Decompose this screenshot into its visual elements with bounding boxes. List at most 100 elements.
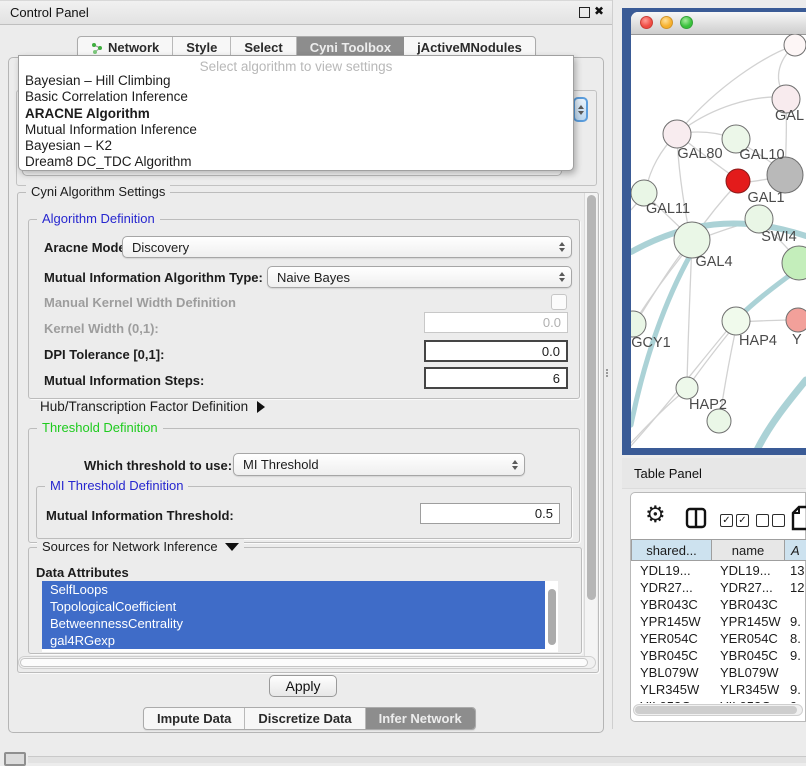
deselect-all-checks-icon[interactable] (756, 514, 785, 527)
table-row[interactable]: YDL19...YDL19...13 (631, 562, 806, 579)
manual-kernel-label: Manual Kernel Width Definition (44, 295, 236, 310)
column-header-partial[interactable]: A (784, 539, 806, 561)
mi-threshold-field[interactable]: 0.5 (420, 503, 560, 524)
mi-steps-label: Mutual Information Steps: (44, 373, 204, 388)
table-row[interactable]: YLR345WYLR345W9. (631, 681, 806, 698)
stepper-up-icon (578, 105, 584, 109)
table-cell: YPR145W (631, 614, 720, 629)
algorithm-option[interactable]: Bayesian – Hill Climbing (22, 73, 570, 89)
algorithm-option-selected[interactable]: ARACNE Algorithm (22, 106, 570, 122)
table-row[interactable]: YER054CYER054C8. (631, 630, 806, 647)
network-node[interactable] (782, 246, 806, 280)
table-row[interactable]: YDR27...YDR27...12 (631, 579, 806, 596)
column-header-name[interactable]: name (711, 539, 785, 561)
data-attributes-list[interactable]: SelfLoops TopologicalCoefficient Between… (42, 581, 558, 652)
manual-kernel-checkbox[interactable] (551, 294, 567, 310)
aracne-mode-label: Aracne Mode: (44, 240, 130, 255)
table-hscrollbar-track[interactable] (633, 704, 803, 716)
table-panel-title: Table Panel (634, 466, 702, 481)
settings-scrollbar-track[interactable] (584, 193, 597, 669)
node-label: Y (792, 332, 802, 348)
table-cell: YBR045C (631, 648, 720, 663)
table-cell: 9 (788, 699, 797, 703)
node-label: GAL4 (695, 254, 732, 270)
algorithm-option[interactable]: Basic Correlation Inference (22, 89, 570, 105)
network-node[interactable] (631, 311, 646, 337)
close-traffic-light[interactable] (640, 16, 653, 29)
network-node[interactable] (786, 308, 806, 332)
table-cell: YLR345W (631, 682, 720, 697)
mi-steps-field[interactable]: 6 (424, 367, 568, 389)
list-item-selected[interactable]: TopologicalCoefficient (42, 598, 545, 615)
table-cell: 12 (788, 580, 804, 595)
table-cell: YDL19... (720, 563, 788, 578)
table-cell: YLR345W (720, 682, 788, 697)
kernel-width-label: Kernel Width (0,1): (44, 321, 159, 336)
dpi-tolerance-label: DPI Tolerance [0,1]: (44, 347, 164, 362)
node-label: SWI4 (761, 229, 796, 245)
table-row[interactable]: YBR043CYBR043C (631, 596, 806, 613)
list-item-selected[interactable]: SelfLoops (42, 581, 545, 598)
list-scrollbar-thumb[interactable] (548, 589, 556, 645)
table-row[interactable]: YPR145WYPR145W9. (631, 613, 806, 630)
table-cell: 8. (788, 631, 801, 646)
settings-hscrollbar-track[interactable] (18, 656, 596, 669)
minimize-traffic-light[interactable] (660, 16, 673, 29)
network-node[interactable] (674, 222, 710, 258)
table-row[interactable]: YBR045CYBR045C9. (631, 647, 806, 664)
table-settings-gear-icon[interactable]: ⚙ (645, 504, 666, 527)
network-node[interactable] (784, 34, 806, 56)
table-cell: YDR27... (720, 580, 788, 595)
table-row[interactable]: YIL053CYIL053C9 (631, 698, 806, 703)
table-cell: YER054C (631, 631, 720, 646)
list-item-selected[interactable]: gal4RGexp (42, 632, 545, 649)
algorithm-list: Bayesian – Hill Climbing Basic Correlati… (22, 73, 570, 171)
dpi-tolerance-field[interactable]: 0.0 (424, 340, 568, 362)
sources-group-title[interactable]: Sources for Network Inference (37, 539, 244, 554)
algorithm-combo-stepper-focused[interactable] (573, 97, 588, 122)
select-all-checks-icon[interactable]: ✓✓ (720, 514, 749, 527)
settings-hscrollbar-thumb[interactable] (20, 658, 588, 667)
minimized-panel-icon[interactable] (4, 752, 26, 766)
tab-discretize-data[interactable]: Discretize Data (245, 708, 365, 729)
list-item-selected[interactable]: BetweennessCentrality (42, 615, 545, 632)
aracne-mode-combo[interactable]: Discovery (122, 236, 572, 258)
tab-impute-data[interactable]: Impute Data (144, 708, 245, 729)
network-window-titlebar[interactable] (631, 12, 806, 35)
node-label: GAL11 (646, 201, 690, 217)
network-node[interactable] (726, 169, 750, 193)
table-hscrollbar-thumb[interactable] (635, 706, 797, 714)
network-edge-highlighted (757, 380, 806, 448)
panel-splitter-handle[interactable] (606, 368, 610, 378)
table-body: YDL19...YDL19...13YDR27...YDR27...12YBR0… (631, 562, 806, 703)
table-cell: YDR27... (631, 580, 720, 595)
network-node[interactable] (722, 307, 750, 335)
mi-type-combo[interactable]: Naive Bayes (267, 266, 572, 288)
tab-infer-network[interactable]: Infer Network (366, 708, 475, 729)
network-node[interactable] (676, 377, 698, 399)
column-browser-icon[interactable] (685, 507, 707, 534)
cyni-bottom-tabs: Impute Data Discretize Data Infer Networ… (143, 707, 476, 730)
table-row[interactable]: YBL079WYBL079W (631, 664, 806, 681)
window-title: Control Panel (10, 5, 89, 20)
new-table-icon[interactable] (791, 505, 806, 536)
algorithm-option[interactable]: Mutual Information Inference (22, 122, 570, 138)
which-threshold-combo[interactable]: MI Threshold (233, 453, 525, 476)
network-canvas[interactable]: GALGAL80GAL10GAL1GAL11SWI4GAL4HAP4YGCY1H… (631, 34, 806, 448)
settings-scrollbar-thumb[interactable] (587, 195, 596, 600)
algorithm-option[interactable]: Dream8 DC_TDC Algorithm (22, 154, 570, 170)
algorithm-option[interactable]: Bayesian – K2 (22, 138, 570, 154)
expand-right-icon (257, 401, 265, 413)
node-label: GAL1 (747, 190, 784, 206)
hub-transcription-section[interactable]: Hub/Transcription Factor Definition (40, 399, 265, 414)
table-cell: YBL079W (631, 665, 720, 680)
column-header-shared-name[interactable]: shared... (631, 539, 712, 561)
node-label: GAL (775, 108, 804, 124)
close-window-icon[interactable]: ✖ (594, 4, 604, 18)
network-node[interactable] (663, 120, 691, 148)
node-label: GAL80 (677, 146, 722, 162)
float-window-icon[interactable] (579, 7, 590, 18)
zoom-traffic-light[interactable] (680, 16, 693, 29)
kernel-width-field[interactable]: 0.0 (424, 312, 568, 333)
apply-button[interactable]: Apply (269, 675, 337, 697)
